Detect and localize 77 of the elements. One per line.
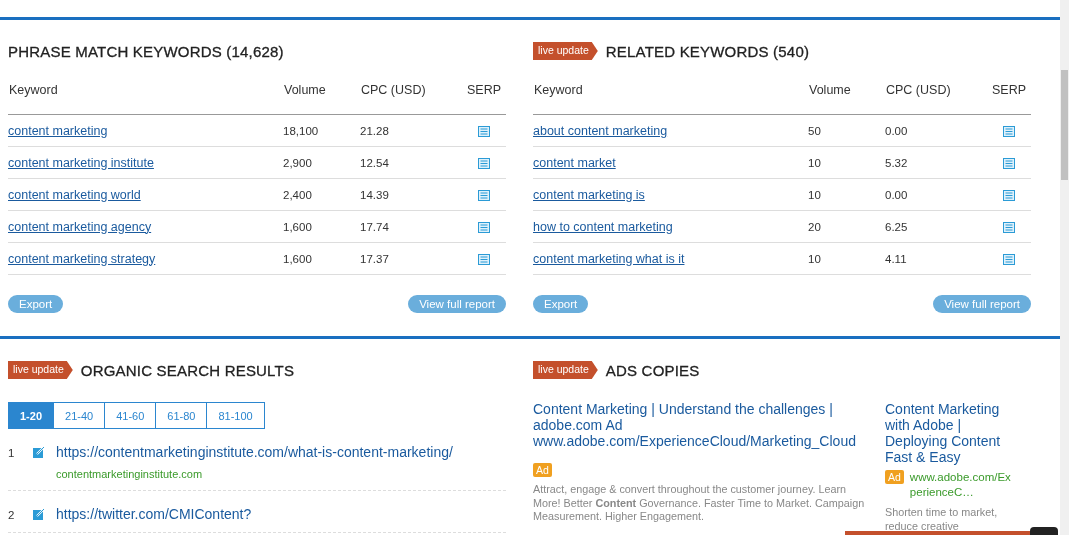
page-range-tab[interactable]: 1-20: [8, 402, 55, 429]
ad-label: Ad: [533, 463, 552, 477]
keyword-link[interactable]: content marketing what is it: [533, 251, 685, 266]
live-update-badge: live update: [533, 361, 598, 379]
cpc-cell: 6.25: [885, 220, 908, 233]
column-header: Keyword: [533, 82, 808, 115]
ad-title-link[interactable]: Content Marketing with Adobe | Deploying Content Fast & Easy: [885, 401, 1015, 465]
column-header: CPC (USD): [885, 82, 987, 115]
volume-cell: 1,600: [283, 252, 312, 265]
volume-cell: 10: [808, 188, 821, 201]
panel-title: PHRASE MATCH KEYWORDS (14,628): [8, 42, 284, 60]
live-update-badge: live update: [8, 361, 73, 379]
rank-number: 2: [8, 508, 16, 521]
serp-list-icon[interactable]: [1003, 189, 1015, 201]
cpc-cell: 12.54: [360, 156, 389, 169]
column-header: Volume: [283, 82, 360, 115]
column-header: SERP: [462, 82, 506, 115]
ad-url: www.adobe.com/ExperienceCloud/Marketing_Cloud: [533, 433, 856, 449]
volume-cell: 50: [808, 124, 821, 137]
volume-cell: 1,600: [283, 220, 312, 233]
serp-list-icon[interactable]: [478, 157, 490, 169]
cpc-cell: 4.11: [885, 252, 907, 265]
external-link-icon[interactable]: [33, 508, 45, 520]
serp-list-icon[interactable]: [478, 189, 490, 201]
panel-title: ADS COPIES: [605, 361, 700, 379]
serp-list-icon[interactable]: [1003, 221, 1015, 233]
page-range-tab[interactable]: 41-60: [104, 402, 157, 429]
serp-list-icon[interactable]: [1003, 253, 1015, 265]
ad-label: Ad: [885, 470, 904, 484]
serp-list-icon[interactable]: [478, 221, 490, 233]
cpc-cell: 0.00: [885, 188, 908, 201]
keyword-link[interactable]: content marketing: [8, 123, 108, 138]
live-update-badge: live update: [533, 42, 598, 60]
ad-url: www.adobe.com/ExperienceC…: [909, 470, 1012, 500]
serp-list-icon[interactable]: [1003, 157, 1015, 169]
keyword-link[interactable]: content marketing strategy: [8, 251, 156, 266]
cpc-cell: 17.74: [360, 220, 389, 233]
keyword-link[interactable]: content marketing is: [533, 187, 645, 202]
scrollbar[interactable]: [1060, 0, 1069, 535]
volume-cell: 18,100: [283, 124, 319, 137]
volume-cell: 20: [808, 220, 821, 233]
column-header: Keyword: [8, 82, 283, 115]
column-header: CPC (USD): [360, 82, 462, 115]
panel-title: ORGANIC SEARCH RESULTS: [80, 361, 295, 379]
cpc-cell: 0.00: [885, 124, 908, 137]
serp-list-icon[interactable]: [1003, 125, 1015, 137]
keyword-link[interactable]: content market: [533, 155, 616, 170]
scrollbar-thumb[interactable]: [1061, 70, 1068, 180]
cpc-cell: 21.28: [360, 124, 389, 137]
column-header: Volume: [808, 82, 885, 115]
keyword-link[interactable]: content marketing agency: [8, 219, 152, 234]
page-range-tab[interactable]: 61-80: [155, 402, 208, 429]
volume-cell: 10: [808, 252, 821, 265]
keyword-link[interactable]: about content marketing: [533, 123, 668, 138]
panel-title: RELATED KEYWORDS (540): [605, 42, 810, 60]
cpc-cell: 14.39: [360, 188, 389, 201]
keyword-link[interactable]: how to content marketing: [533, 219, 673, 234]
cpc-cell: 5.32: [885, 156, 908, 169]
rank-number: 1: [8, 446, 16, 459]
ad-description: Attract, engage & convert throughout the customer journey. Learn More! Better Content Governance. Faster Time to Market. Campaign Measurement. Higher Engagement.: [533, 483, 866, 524]
volume-cell: 2,900: [283, 156, 312, 169]
keyword-link[interactable]: content marketing institute: [8, 155, 154, 170]
page-range-tab[interactable]: 21-40: [53, 402, 106, 429]
column-header: SERP: [987, 82, 1031, 115]
chat-button[interactable]: [1030, 527, 1058, 535]
volume-cell: 2,400: [283, 188, 312, 201]
volume-cell: 10: [808, 156, 821, 169]
result-url-link[interactable]: https://twitter.com/CMIContent?: [56, 506, 252, 522]
result-url-link[interactable]: https://contentmarketinginstitute.com/what-is-content-marketing/: [56, 444, 453, 460]
ad-description: Shorten time to market, reduce creative: [885, 506, 999, 533]
serp-list-icon[interactable]: [478, 253, 490, 265]
result-domain: contentmarketinginstitute.com: [56, 468, 204, 480]
external-link-icon[interactable]: [33, 446, 45, 458]
page-range-tab[interactable]: 81-100: [206, 402, 265, 429]
cpc-cell: 17.37: [360, 252, 389, 265]
serp-list-icon[interactable]: [478, 125, 490, 137]
keyword-link[interactable]: content marketing world: [8, 187, 141, 202]
